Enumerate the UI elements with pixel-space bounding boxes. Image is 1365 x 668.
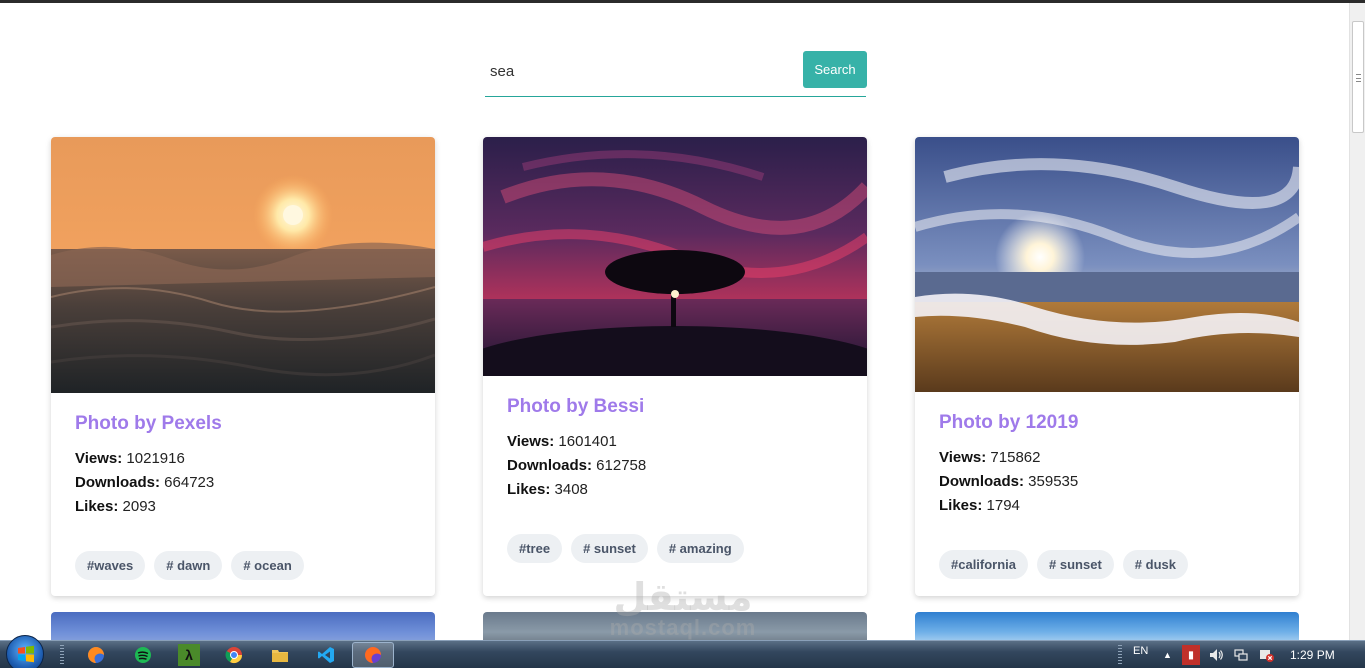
photo-card: Photo by Bessi Views: 1601401 Downloads:…	[483, 137, 867, 596]
vscode-icon[interactable]	[315, 644, 337, 666]
start-button[interactable]	[6, 635, 44, 668]
firefox-icon[interactable]	[85, 644, 107, 666]
tag-chip[interactable]: # ocean	[231, 551, 304, 580]
tag-chip[interactable]: #waves	[75, 551, 146, 580]
tag-chip[interactable]: #california	[939, 550, 1029, 579]
tray-expand-icon[interactable]: ▲	[1163, 641, 1172, 668]
photo-image-beach[interactable]	[915, 137, 1299, 392]
likes-stat: Likes: 3408	[507, 481, 588, 498]
volume-icon[interactable]	[1206, 645, 1226, 665]
file-explorer-icon[interactable]	[269, 644, 291, 666]
firefox-icon[interactable]	[362, 644, 384, 666]
window-top-border	[0, 0, 1365, 3]
views-stat: Views: 715862	[939, 449, 1041, 466]
windows-logo-icon	[18, 645, 34, 663]
photo-title: Photo by 12019	[939, 412, 1079, 433]
photo-image-tree[interactable]	[483, 137, 867, 376]
downloads-stat: Downloads: 664723	[75, 474, 215, 491]
tag-chip[interactable]: # dusk	[1122, 550, 1188, 579]
likes-stat: Likes: 1794	[939, 497, 1020, 514]
vertical-scrollbar[interactable]	[1349, 3, 1365, 640]
app-tray-icon[interactable]: ▮	[1182, 645, 1200, 665]
scrollbar-thumb[interactable]	[1352, 21, 1364, 133]
language-indicator[interactable]: EN	[1133, 637, 1148, 665]
tag-list: #waves # dawn # ocean	[75, 551, 304, 580]
photo-card: Photo by 12019 Views: 715862 Downloads: …	[915, 137, 1299, 596]
tag-chip[interactable]: #tree	[507, 534, 563, 563]
photo-title: Photo by Bessi	[507, 396, 645, 417]
downloads-stat: Downloads: 612758	[507, 457, 647, 474]
taskbar-grip[interactable]	[60, 645, 64, 665]
taskbar: λ EN ▲ ▮ 1:29 PM	[0, 635, 1365, 668]
lambda-icon[interactable]: λ	[178, 644, 200, 666]
search-button[interactable]: Search	[803, 51, 867, 88]
views-stat: Views: 1601401	[507, 433, 617, 450]
tag-list: #california # sunset # dusk	[939, 550, 1188, 579]
photo-card: Photo by Pexels Views: 1021916 Downloads…	[51, 137, 435, 596]
grip-icon	[1356, 74, 1361, 82]
chrome-icon[interactable]	[223, 644, 245, 666]
network-icon[interactable]	[1231, 645, 1251, 665]
views-stat: Views: 1021916	[75, 450, 185, 467]
likes-stat: Likes: 2093	[75, 498, 156, 515]
search-bar: Search	[485, 51, 867, 97]
photo-image-waves[interactable]	[51, 137, 435, 393]
tray-grip[interactable]	[1118, 645, 1122, 665]
tag-chip[interactable]: # dawn	[154, 551, 223, 580]
tag-list: #tree # sunset # amazing	[507, 534, 744, 563]
photo-title: Photo by Pexels	[75, 413, 222, 434]
downloads-stat: Downloads: 359535	[939, 473, 1079, 490]
action-center-icon[interactable]	[1256, 645, 1276, 665]
spotify-icon[interactable]	[132, 644, 154, 666]
search-input[interactable]	[485, 51, 795, 91]
tag-chip[interactable]: # amazing	[656, 534, 744, 563]
tag-chip[interactable]: # sunset	[571, 534, 648, 563]
tag-chip[interactable]: # sunset	[1037, 550, 1114, 579]
clock[interactable]: 1:29 PM	[1290, 648, 1335, 662]
